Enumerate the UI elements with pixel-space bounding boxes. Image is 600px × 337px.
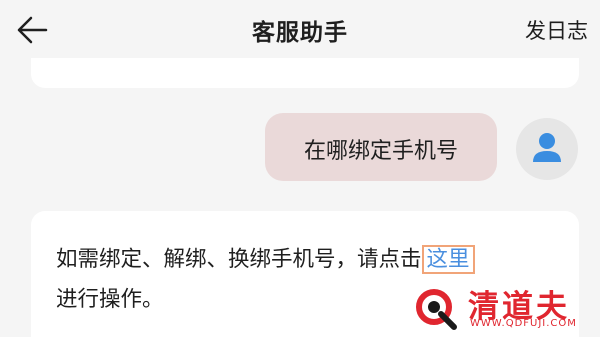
user-message-text: 在哪绑定手机号 xyxy=(303,139,458,164)
page-title: 客服助手 xyxy=(252,20,348,46)
here-link[interactable]: 这里 xyxy=(421,245,475,274)
header-bar: 客服助手 发日志 xyxy=(0,0,600,60)
user-avatar-icon xyxy=(533,133,561,162)
previous-message-card xyxy=(31,58,579,88)
send-log-button[interactable]: 发日志 xyxy=(525,15,588,45)
user-avatar[interactable] xyxy=(516,118,578,180)
reply-text-before: 如需绑定、解绑、换绑手机号，请点击 xyxy=(56,247,422,272)
watermark: 清道夫 WWW.QDFUJI.COM xyxy=(410,283,596,333)
qdfuji-logo-icon xyxy=(416,289,457,330)
reply-text-after: 进行操作。 xyxy=(56,287,164,312)
watermark-url: WWW.QDFUJI.COM xyxy=(470,318,577,329)
user-message-bubble: 在哪绑定手机号 xyxy=(265,113,497,181)
